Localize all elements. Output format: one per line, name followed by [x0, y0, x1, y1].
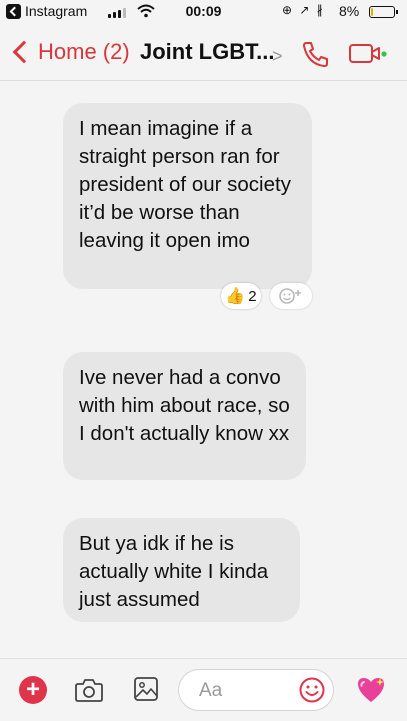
message-bubble[interactable]: Ive never had a convo with him about rac…	[63, 352, 306, 480]
message-bubble[interactable]: But ya idk if he is actually white I kin…	[63, 518, 300, 622]
phone-icon[interactable]	[300, 40, 330, 68]
emoji-icon[interactable]	[298, 676, 326, 704]
status-bar: Instagram 00:09 ⊕ ↗ ∦ 8%	[0, 0, 407, 24]
add-reaction-icon	[279, 288, 301, 304]
reaction-badge[interactable]: 👍 2	[221, 283, 261, 309]
composer-bar: + Aa	[0, 658, 407, 721]
heart-icon[interactable]	[355, 674, 387, 706]
plus-icon[interactable]: +	[19, 676, 47, 704]
battery-icon	[369, 6, 398, 18]
add-reaction-button[interactable]	[270, 283, 312, 309]
chevron-right-icon[interactable]: >	[272, 46, 283, 67]
status-icons: ⊕ ↗ ∦	[282, 3, 325, 17]
conversation-header: Home (2) Joint LGBT... >	[0, 24, 407, 81]
chevron-left-icon	[12, 40, 36, 64]
battery-percent: 8%	[339, 3, 360, 19]
message-bubble[interactable]: I mean imagine if a straight person ran …	[63, 103, 312, 289]
reaction-count: 2	[248, 287, 257, 305]
camera-icon[interactable]	[74, 676, 104, 704]
back-label[interactable]: Home (2)	[38, 39, 130, 65]
conversation-title[interactable]: Joint LGBT...	[140, 39, 274, 65]
video-camera-icon[interactable]	[348, 42, 388, 66]
message-input-placeholder: Aa	[199, 680, 223, 701]
thumbs-up-icon: 👍	[225, 288, 246, 305]
image-icon[interactable]	[133, 676, 159, 702]
back-button[interactable]: Home (2)	[10, 36, 130, 68]
